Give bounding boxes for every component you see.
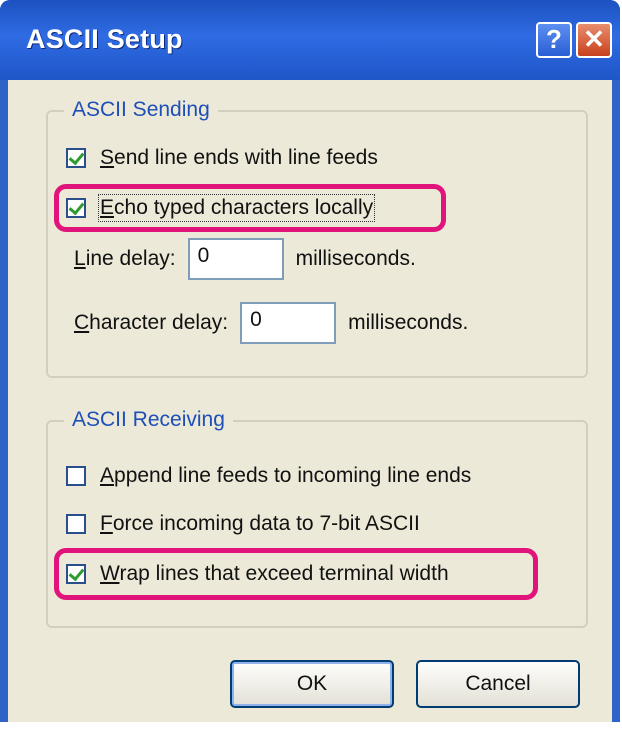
line-delay-row: Line delay: 0 milliseconds. — [74, 238, 416, 280]
character-delay-label: Character delay: — [74, 311, 229, 334]
send-line-ends-label: Send line ends with line feeds — [100, 146, 378, 169]
help-button[interactable]: ? — [536, 22, 572, 58]
send-line-ends-checkbox[interactable]: Send line ends with line feeds — [66, 142, 378, 174]
checkbox-unchecked-icon[interactable] — [66, 466, 86, 486]
cancel-button[interactable]: Cancel — [416, 660, 580, 708]
character-delay-row: Character delay: 0 milliseconds. — [74, 302, 468, 344]
echo-typed-label: Echo typed characters locally — [97, 194, 376, 222]
checkbox-checked-icon[interactable] — [66, 198, 86, 218]
checkbox-unchecked-icon[interactable] — [66, 514, 86, 534]
force-7bit-checkbox[interactable]: Force incoming data to 7-bit ASCII — [66, 508, 420, 540]
echo-typed-checkbox[interactable]: Echo typed characters locally — [66, 192, 376, 224]
checkbox-checked-icon[interactable] — [66, 148, 86, 168]
line-delay-label: Line delay: — [74, 247, 176, 270]
close-button[interactable]: ✕ — [576, 22, 612, 58]
ok-button[interactable]: OK — [230, 660, 394, 708]
line-delay-unit: milliseconds. — [295, 247, 416, 270]
character-delay-unit: milliseconds. — [348, 311, 469, 334]
question-mark-icon: ? — [546, 24, 562, 54]
ascii-sending-legend: ASCII Sending — [64, 98, 218, 122]
append-line-feeds-label: Append line feeds to incoming line ends — [100, 464, 472, 487]
wrap-lines-label: Wrap lines that exceed terminal width — [100, 562, 449, 585]
dialog-title: ASCII Setup — [26, 24, 183, 54]
checkbox-checked-icon[interactable] — [66, 564, 86, 584]
page-margin — [0, 722, 622, 730]
character-delay-input[interactable]: 0 — [240, 302, 337, 344]
line-delay-input[interactable]: 0 — [187, 238, 284, 280]
ascii-receiving-legend: ASCII Receiving — [64, 408, 233, 432]
ascii-setup-dialog: ASCII Setup ? ✕ ASCII Sending Send line … — [0, 0, 620, 722]
close-icon: ✕ — [583, 24, 605, 54]
dialog-body: ASCII Sending Send line ends with line f… — [8, 80, 612, 722]
append-line-feeds-checkbox[interactable]: Append line feeds to incoming line ends — [66, 460, 471, 492]
wrap-lines-checkbox[interactable]: Wrap lines that exceed terminal width — [66, 558, 449, 590]
title-bar[interactable]: ASCII Setup ? ✕ — [0, 0, 620, 80]
force-7bit-label: Force incoming data to 7-bit ASCII — [100, 512, 420, 535]
